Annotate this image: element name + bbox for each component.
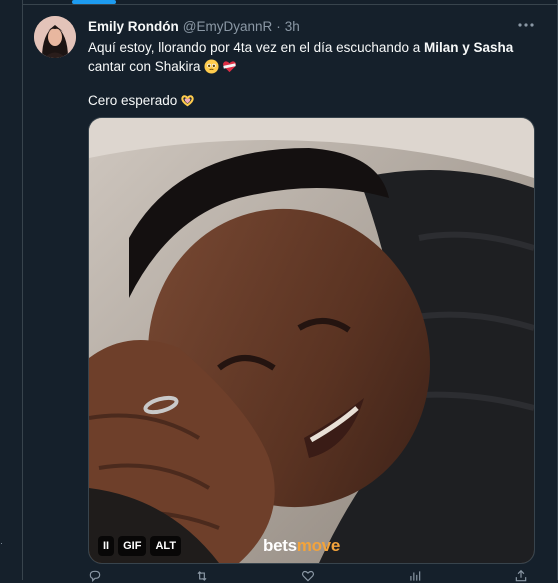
- pleading-face-emoji: [204, 59, 219, 74]
- author-name[interactable]: Emily Rondón: [88, 19, 179, 34]
- gif-media[interactable]: II GIF ALT betsmove: [88, 117, 535, 564]
- retweet-icon: [197, 571, 206, 581]
- betsmove-watermark: betsmove: [263, 536, 340, 556]
- more-options-icon[interactable]: [514, 17, 538, 33]
- retweet-button[interactable]: [195, 570, 215, 582]
- tweet-timestamp[interactable]: 3h: [285, 19, 300, 34]
- gif-controls: II GIF ALT: [98, 536, 182, 556]
- pause-button[interactable]: II: [98, 536, 115, 556]
- watermark-main: bets: [263, 536, 297, 555]
- avatar[interactable]: [34, 16, 76, 58]
- tweet-text-line-2: cantar con Shakira: [88, 57, 528, 76]
- gif-badge: GIF: [118, 536, 147, 556]
- reply-icon: [89, 570, 101, 583]
- text-bold-segment: Milan y Sasha: [423, 40, 514, 55]
- tweet-text: Aquí estoy, llorando por 4ta vez en el d…: [88, 38, 528, 110]
- tweet-text-line-1: Aquí estoy, llorando por 4ta vez en el d…: [88, 38, 528, 57]
- text-segment: Cero esperado: [88, 93, 178, 108]
- heart-hands-emoji: [181, 95, 195, 107]
- views-icon: [409, 571, 420, 581]
- text-segment: Aquí estoy, llorando por 4ta vez en el d…: [88, 40, 424, 55]
- tweet-text-line-3: Cero esperado: [88, 91, 528, 110]
- avatar-image: [34, 16, 76, 58]
- left-sidebar-edge: ·: [0, 0, 23, 580]
- tweet-header: Emily Rondón @EmyDyannR · 3h: [88, 17, 300, 35]
- crying-man-gif-image: [89, 118, 534, 563]
- like-icon: [301, 570, 315, 582]
- meta-separator: ·: [276, 18, 281, 34]
- alt-text-button[interactable]: ALT: [150, 536, 182, 556]
- share-icon: [515, 569, 527, 582]
- watermark-accent: move: [296, 536, 341, 555]
- text-segment: cantar con Shakira: [88, 59, 201, 74]
- sidebar-bullet: ·: [0, 538, 3, 548]
- author-handle[interactable]: @EmyDyannR: [183, 19, 272, 34]
- bandaged-heart-emoji: [222, 61, 236, 73]
- tweet-action-bar: [88, 569, 528, 583]
- top-divider: [23, 4, 557, 5]
- share-button[interactable]: [514, 569, 528, 582]
- reply-button[interactable]: [88, 570, 108, 583]
- like-button[interactable]: [301, 570, 321, 582]
- views-button[interactable]: [408, 570, 428, 582]
